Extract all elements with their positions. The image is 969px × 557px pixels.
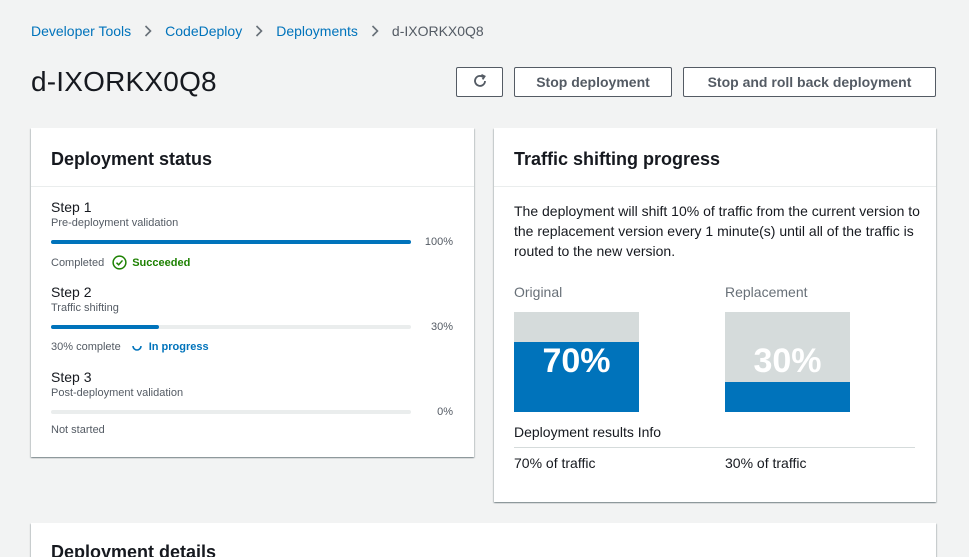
step-subtitle: Traffic shifting (51, 302, 119, 314)
step-state-label: 30% complete (51, 341, 121, 353)
step-subtitle: Pre-deployment validation (51, 217, 179, 229)
replacement-percent: 30% (753, 342, 822, 380)
breadcrumb-deployments[interactable]: Deployments (276, 23, 358, 39)
progress-percent: 0% (437, 406, 453, 418)
breadcrumb: Developer Tools CodeDeploy Deployments d… (31, 23, 484, 39)
progress-bar (51, 410, 411, 414)
breadcrumb-codedeploy[interactable]: CodeDeploy (165, 23, 242, 39)
step-subtitle: Post-deployment validation (51, 387, 184, 399)
step-title: Step 1 (51, 199, 92, 215)
deployment-details-card: Deployment details (31, 523, 936, 557)
progress-bar (51, 325, 411, 329)
original-traffic-value: 70% of traffic (514, 455, 596, 471)
refresh-button[interactable] (456, 67, 503, 97)
breadcrumb-developer-tools[interactable]: Developer Tools (31, 23, 131, 39)
status-in-progress: In progress (131, 341, 209, 353)
card-header: Traffic shifting progress (494, 128, 936, 187)
step-status: Completed Succeeded (51, 255, 190, 270)
step-title: Step 3 (51, 369, 92, 385)
replacement-traffic-value: 30% of traffic (725, 455, 807, 471)
chevron-right-icon (255, 25, 263, 37)
replacement-label: Replacement (725, 284, 808, 300)
progress-bar (51, 240, 411, 244)
step-result: Succeeded (132, 256, 191, 269)
step-status: 30% complete In progress (51, 341, 209, 353)
breadcrumb-current: d-IXORKX0Q8 (391, 23, 484, 39)
page-title: d-IXORKX0Q8 (31, 66, 217, 97)
card-header: Deployment status (31, 128, 474, 187)
replacement-traffic-box: 30% (725, 312, 850, 412)
deployment-status-card: Deployment status Step 1 Pre-deployment … (31, 128, 474, 457)
chevron-right-icon (144, 25, 152, 37)
progress-percent: 30% (430, 321, 453, 333)
deployment-details-title: Deployment details (51, 542, 217, 557)
step-status: Not started (51, 424, 105, 436)
step-state-label: Not started (51, 424, 105, 436)
divider (514, 447, 915, 448)
replacement-traffic-fill (725, 382, 850, 412)
deployment-results-label: Deployment results Info (514, 424, 662, 440)
deployment-status-title: Deployment status (51, 149, 213, 169)
step-1: Step 1 Pre-deployment validation 100% Co… (51, 199, 453, 270)
traffic-description: The deployment will shift 10% of traffic… (514, 203, 920, 259)
traffic-shifting-card: Traffic shifting progress The deployment… (494, 128, 936, 502)
step-title: Step 2 (51, 284, 92, 300)
step-result: In progress (148, 341, 209, 353)
progress-percent: 100% (424, 236, 453, 248)
original-label: Original (514, 284, 563, 300)
chevron-right-icon (371, 25, 379, 37)
progress-fill (51, 240, 411, 244)
original-traffic-box: 70% (514, 312, 639, 412)
status-succeeded: Succeeded (112, 255, 190, 270)
stop-deployment-button[interactable]: Stop deployment (514, 67, 672, 97)
progress-fill (51, 325, 159, 329)
step-2: Step 2 Traffic shifting 30% 30% complete… (51, 284, 453, 353)
original-percent: 70% (542, 342, 611, 380)
traffic-shifting-title: Traffic shifting progress (514, 149, 721, 169)
check-circle-icon (112, 255, 127, 270)
stop-and-rollback-button[interactable]: Stop and roll back deployment (683, 67, 936, 97)
step-3: Step 3 Post-deployment validation 0% Not… (51, 369, 453, 436)
refresh-icon (472, 73, 488, 92)
step-state-label: Completed (51, 256, 105, 269)
spinner-icon (131, 341, 143, 353)
